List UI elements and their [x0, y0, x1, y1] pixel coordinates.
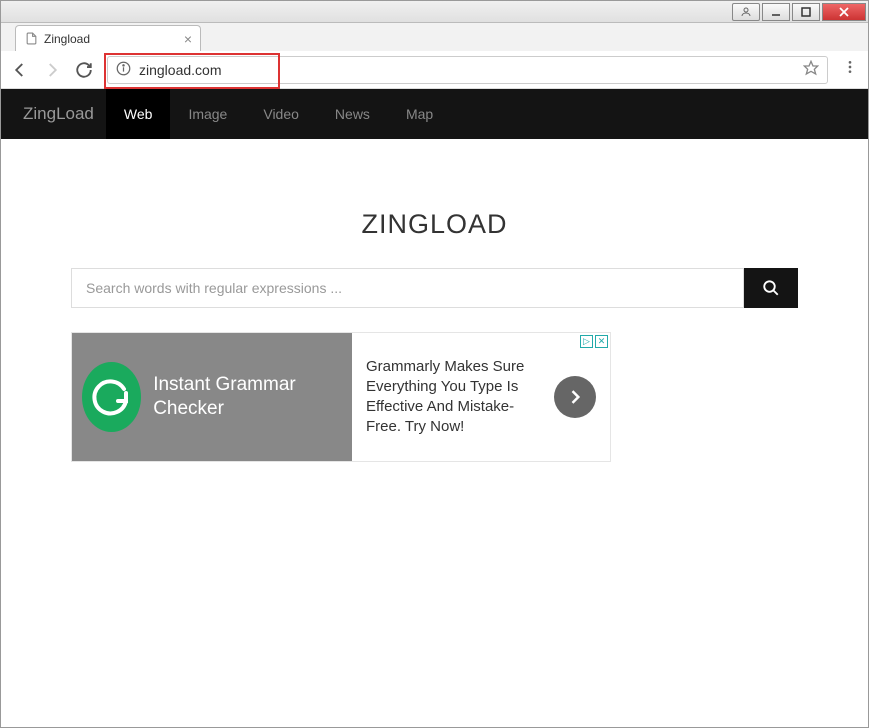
info-icon[interactable] [116, 61, 131, 79]
tab-strip: Zingload × [1, 23, 868, 51]
user-button[interactable] [732, 3, 760, 21]
nav-item-video[interactable]: Video [245, 89, 317, 139]
maximize-button[interactable] [792, 3, 820, 21]
ad-right: Grammarly Makes Sure Everything You Type… [352, 333, 610, 461]
site-navbar: ZingLoad Web Image Video News Map [1, 89, 868, 139]
main-area: ZINGLOAD ▷ ✕ Instant Grammar Checker Gra… [1, 139, 868, 727]
search-icon [762, 279, 780, 297]
nav-item-image[interactable]: Image [170, 89, 245, 139]
search-input[interactable] [71, 268, 744, 308]
minimize-button[interactable] [762, 3, 790, 21]
search-row [71, 268, 798, 308]
nav-item-map[interactable]: Map [388, 89, 451, 139]
ad-box[interactable]: ▷ ✕ Instant Grammar Checker Grammarly Ma… [71, 332, 611, 462]
url-text: zingload.com [139, 62, 803, 78]
tab-title: Zingload [44, 32, 178, 46]
search-button[interactable] [744, 268, 798, 308]
forward-button[interactable] [43, 61, 61, 79]
chevron-right-icon [565, 387, 585, 407]
browser-tab[interactable]: Zingload × [15, 25, 201, 51]
back-button[interactable] [11, 61, 29, 79]
ad-marker[interactable]: ▷ ✕ [580, 335, 608, 348]
page-icon [24, 32, 38, 46]
ad-right-text: Grammarly Makes Sure Everything You Type… [366, 357, 540, 438]
ad-left: Instant Grammar Checker [72, 333, 352, 461]
url-bar[interactable]: zingload.com [107, 56, 828, 84]
ad-left-text: Instant Grammar Checker [153, 373, 338, 421]
ad-info-icon[interactable]: ▷ [580, 335, 593, 348]
reload-button[interactable] [75, 61, 93, 79]
page-title: ZINGLOAD [71, 209, 798, 240]
window-titlebar [1, 1, 868, 23]
nav-item-web[interactable]: Web [106, 89, 171, 139]
close-button[interactable] [822, 3, 866, 21]
browser-toolbar: zingload.com [1, 51, 868, 89]
bookmark-star-icon[interactable] [803, 60, 819, 79]
ad-close-icon[interactable]: ✕ [595, 335, 608, 348]
menu-button[interactable] [842, 59, 858, 80]
ad-arrow-button[interactable] [554, 376, 596, 418]
tab-close-icon[interactable]: × [184, 31, 192, 47]
site-logo[interactable]: ZingLoad [11, 104, 106, 124]
nav-item-news[interactable]: News [317, 89, 388, 139]
grammarly-logo-icon [82, 362, 141, 432]
page-content[interactable]: ZingLoad Web Image Video News Map ZINGLO… [1, 89, 868, 727]
